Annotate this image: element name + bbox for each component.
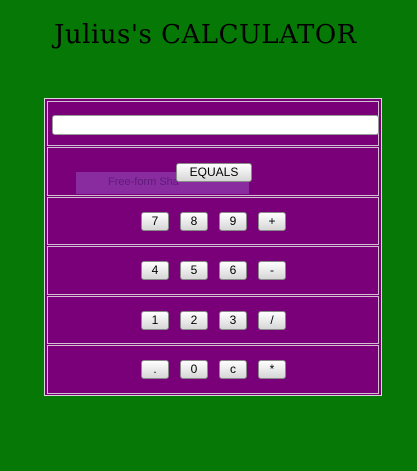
key-6-button[interactable]: 6 — [219, 261, 247, 280]
keypad-row-3: 1 2 3 / — [47, 296, 379, 344]
key-0-button[interactable]: 0 — [180, 360, 208, 379]
equals-button[interactable]: EQUALS — [176, 163, 252, 182]
keypad-row-2: 4 5 6 - — [47, 246, 379, 295]
decimal-point-button[interactable]: . — [141, 360, 169, 379]
display-field[interactable] — [52, 115, 379, 135]
calculator-panel: Free-form Sha EQUALS 7 8 9 + 4 5 6 - 1 2… — [44, 98, 382, 396]
display-row — [47, 101, 379, 146]
key-7-button[interactable]: 7 — [141, 212, 169, 231]
key-4-button[interactable]: 4 — [141, 261, 169, 280]
key-8-button[interactable]: 8 — [180, 212, 208, 231]
keypad-row-4: . 0 c * — [47, 345, 379, 394]
plus-button[interactable]: + — [258, 212, 286, 231]
key-3-button[interactable]: 3 — [219, 311, 247, 330]
key-2-button[interactable]: 2 — [180, 311, 208, 330]
page-title: Julius's CALCULATOR — [54, 20, 357, 50]
key-5-button[interactable]: 5 — [180, 261, 208, 280]
multiply-button[interactable]: * — [258, 360, 286, 379]
divide-button[interactable]: / — [258, 311, 286, 330]
equals-row: Free-form Sha EQUALS — [47, 147, 379, 196]
key-1-button[interactable]: 1 — [141, 311, 169, 330]
key-9-button[interactable]: 9 — [219, 212, 247, 231]
minus-button[interactable]: - — [258, 261, 286, 280]
keypad-row-1: 7 8 9 + — [47, 197, 379, 245]
clear-button[interactable]: c — [219, 360, 247, 379]
